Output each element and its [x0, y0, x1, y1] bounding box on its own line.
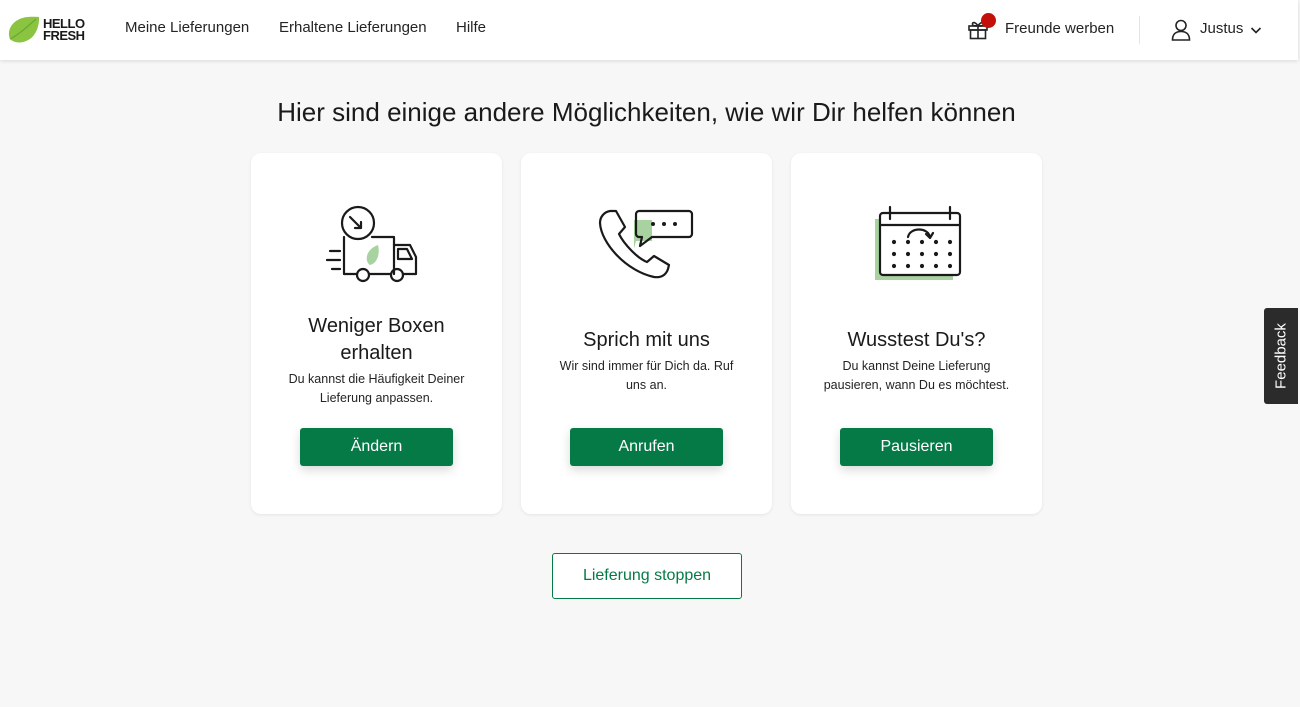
lieferung-stoppen-button[interactable]: Lieferung stoppen: [552, 553, 742, 599]
pausieren-button[interactable]: Pausieren: [840, 428, 993, 466]
card-description: Du kannst die Häufigkeit Deiner Lieferun…: [288, 372, 465, 405]
header-divider: [1139, 16, 1140, 44]
notification-badge: [981, 13, 996, 28]
freunde-werben-link[interactable]: Freunde werben: [1005, 20, 1114, 37]
top-navigation-bar: HELLO FRESH Meine Lieferungen Erhaltene …: [0, 0, 1298, 60]
anrufen-button[interactable]: Anrufen: [570, 428, 723, 466]
nav-meine-lieferungen[interactable]: Meine Lieferungen: [125, 19, 249, 36]
logo-text-fresh: FRESH: [43, 28, 85, 43]
card-description: Wir sind immer für Dich da. Ruf uns an.: [559, 359, 734, 392]
card-title: Sprich mit uns: [583, 329, 710, 351]
card-description: Du kannst Deine Lieferung pausieren, wan…: [823, 359, 1010, 392]
card-wusstest-du: Wusstest Du's? Du kannst Deine Lieferung…: [791, 153, 1042, 514]
feedback-tab[interactable]: Feedback: [1264, 308, 1298, 404]
user-menu-name[interactable]: Justus: [1200, 20, 1243, 37]
aendern-button[interactable]: Ändern: [300, 428, 453, 466]
hellofresh-logo[interactable]: HELLO FRESH: [6, 14, 98, 46]
card-weniger-boxen: Weniger Boxen erhalten Du kannst die Häu…: [251, 153, 502, 514]
calendar-icon: [875, 205, 962, 280]
feedback-label: Feedback: [1272, 323, 1290, 389]
chevron-down-icon[interactable]: [1249, 23, 1263, 37]
delivery-truck-icon: [326, 205, 418, 283]
lime-logo-icon: [8, 16, 40, 43]
card-sprich-mit-uns: Sprich mit uns Wir sind immer für Dich d…: [521, 153, 772, 514]
card-title: Weniger Boxen erhalten: [308, 315, 445, 364]
nav-erhaltene-lieferungen[interactable]: Erhaltene Lieferungen: [279, 19, 427, 36]
user-icon[interactable]: [1171, 19, 1191, 41]
phone-chat-icon: [598, 209, 694, 279]
nav-hilfe[interactable]: Hilfe: [456, 19, 486, 36]
page-heading: Hier sind einige andere Möglichkeiten, w…: [277, 97, 1016, 127]
card-title: Wusstest Du's?: [847, 329, 986, 351]
